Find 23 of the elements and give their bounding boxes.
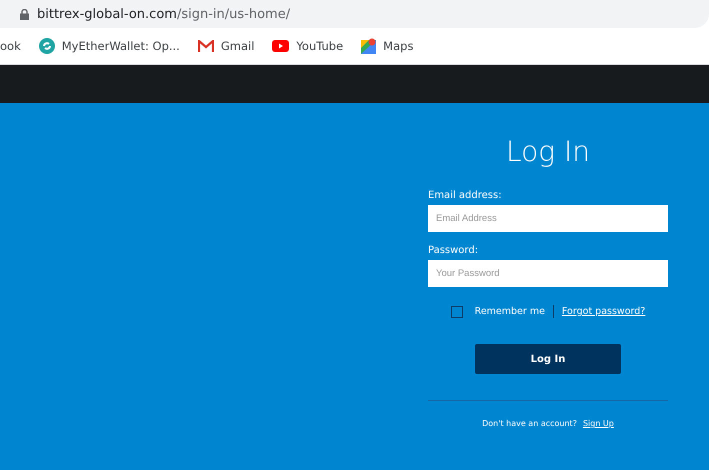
signup-link[interactable]: Sign Up [582,419,614,428]
lock-icon [20,8,29,20]
bookmark-link[interactable]: MyEtherWallet: Op... [62,39,180,53]
mail-icon [198,40,214,52]
bookmark-link[interactable]: ook [0,39,21,53]
checkbox[interactable] [450,306,463,318]
forgot-password-link[interactable]: Forgot password? [562,306,646,317]
input-field[interactable]: Your Password [428,260,668,287]
map-icon [361,38,376,54]
url-text: bittrex-global-on.com/sign-in/us-home/ [37,6,290,22]
address-bar[interactable]: bittrex-global-on.com/sign-in/us-home/ [0,0,709,28]
bookmark-link[interactable]: Gmail [220,39,254,53]
bookmark-link[interactable]: Maps [383,39,414,53]
bookmark-link[interactable]: YouTube [296,39,344,53]
login-button[interactable]: Log In [475,344,621,374]
wallet-icon [38,38,55,54]
field-label: Email address: [428,190,503,201]
input-field[interactable]: Email Address [428,205,668,232]
signup-prompt: Don't have an account? [482,419,577,428]
login-title: Log In [505,135,591,168]
remember-label: Remember me [474,306,545,317]
play-icon [272,40,290,52]
field-label: Password: [428,245,480,256]
